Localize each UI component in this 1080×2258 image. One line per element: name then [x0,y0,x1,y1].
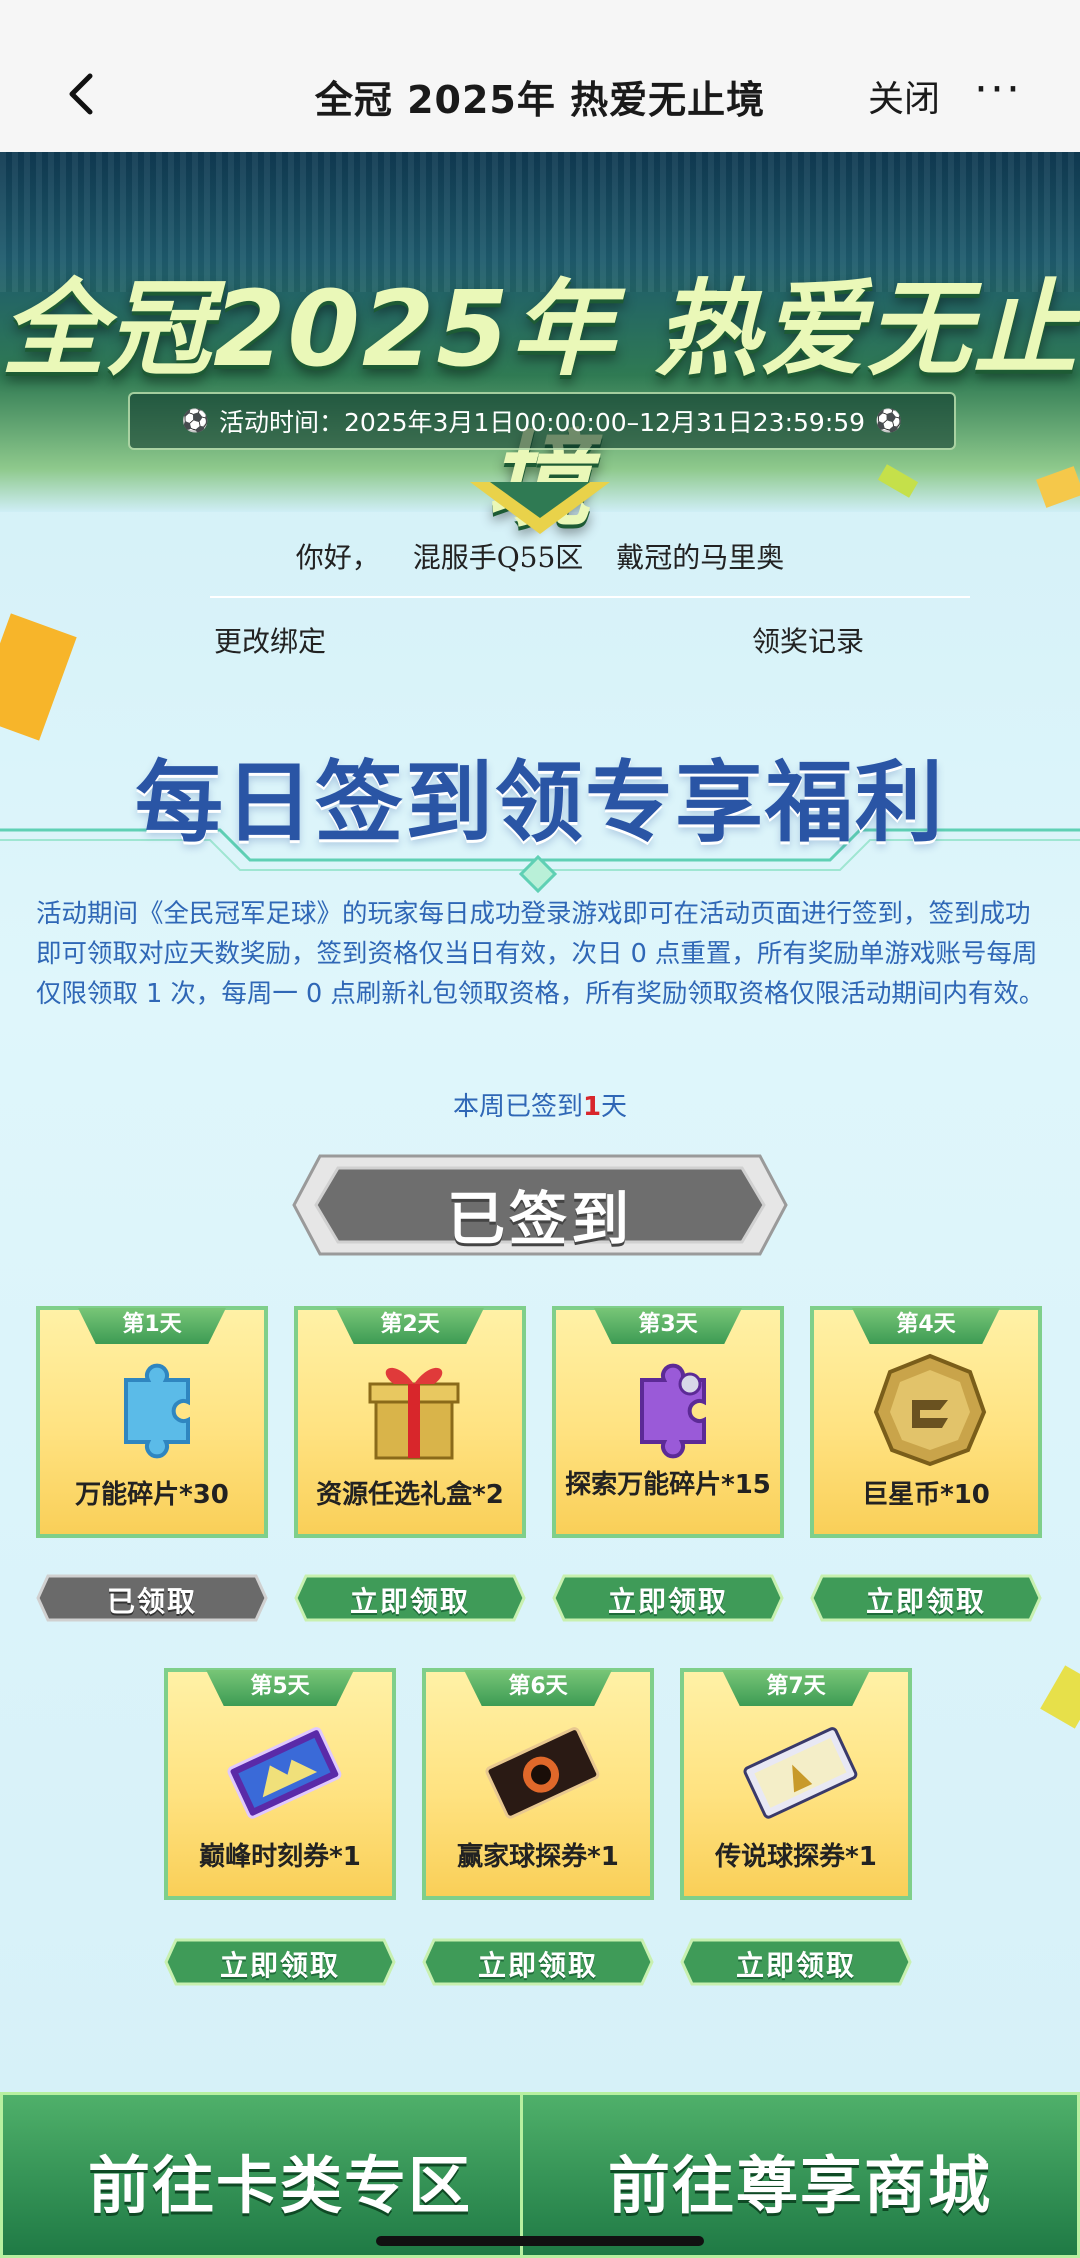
legend-ticket-icon [743,1727,858,1819]
user-greeting: 你好， 混服手Q55区 戴冠的马里奥 [0,536,1080,576]
peak-ticket-icon [227,1727,342,1819]
reward-card-day5: 第5天 巅峰时刻券*1 [164,1668,396,1900]
signin-description: 活动期间《全民冠军足球》的玩家每日成功登录游戏即可在活动页面进行签到，签到成功即… [36,899,1045,1009]
reward-day-label: 第7天 [722,1670,870,1706]
hero-banner: 全冠2025年 热爱无止境 ⚽ 活动时间：2025年3月1日00:00:00–1… [0,152,1080,541]
page-title: 全冠 2025年 热爱无止境 [314,77,766,122]
week-suffix: 天 [601,1092,628,1122]
vip-shop-label: 前往尊享商城 [607,2149,992,2222]
soccer-ball-icon: ⚽ [181,408,209,434]
more-menu-icon[interactable]: ··· [974,64,1022,115]
activity-date: ⚽ 活动时间：2025年3月1日00:00:00–12月31日23:59:59 … [128,392,956,450]
claim-button[interactable]: 立即领取 [422,1938,654,1986]
activity-date-text: 活动时间：2025年3月1日00:00:00–12月31日23:59:59 [218,408,866,437]
server-name: 混服手Q55区 [412,541,584,574]
activity-page: 全冠2025年 热爱无止境 ⚽ 活动时间：2025年3月1日00:00:00–1… [0,152,1080,2258]
claim-label: 立即领取 [607,1585,728,1618]
soccer-ball-icon: ⚽ [875,408,903,434]
reward-day-label: 第1天 [78,1308,226,1344]
winner-ticket-icon [485,1727,600,1819]
claim-label: 已领取 [106,1585,197,1618]
reward-card-day7: 第7天 传说球探券*1 [680,1668,912,1900]
reward-card-day2: 第2天 资源任选礼盒*2 [294,1306,526,1538]
close-button[interactable]: 关闭 [868,70,940,122]
week-signin-count: 本周已签到1天 [0,1086,1080,1123]
claim-button[interactable]: 立即领取 [810,1574,1042,1622]
claim-button[interactable]: 立即领取 [164,1938,396,1986]
signin-section-title: 每日签到领专享福利 [134,751,945,854]
card-zone-label: 前往卡类专区 [87,2149,472,2222]
reward-name: 巨星币*10 [862,1480,990,1510]
vip-shop-button[interactable]: 前往尊享商城 [520,2092,1080,2258]
signed-button-label: 已签到 [446,1185,633,1253]
status-bar [0,0,1080,40]
claim-label: 立即领取 [865,1585,986,1618]
user-nickname: 戴冠的马里奥 [616,541,785,574]
week-prefix: 本周已签到 [452,1092,583,1122]
claim-label: 立即领取 [735,1949,856,1982]
greeting-text: 你好， [295,541,380,574]
confetti-decoration [0,613,77,741]
week-count: 1 [582,1092,602,1122]
chevron-down-icon [470,482,610,534]
blue-puzzle-icon [124,1363,190,1459]
reward-day-label: 第3天 [594,1308,742,1344]
home-indicator [376,2236,704,2246]
reward-name: 巅峰时刻券*1 [199,1842,361,1872]
reward-day-label: 第4天 [852,1308,1000,1344]
reward-name: 赢家球探券*1 [457,1842,619,1872]
claim-button[interactable]: 立即领取 [552,1574,784,1622]
reward-name: 资源任选礼盒*2 [316,1480,504,1510]
reward-card-day6: 第6天 赢家球探券*1 [422,1668,654,1900]
reward-name: 万能碎片*30 [75,1480,229,1510]
reward-name: 探索万能碎片*15 [565,1470,771,1500]
gold-coin-icon [873,1353,987,1467]
change-binding-link[interactable]: 更改绑定 [214,620,326,660]
claim-label: 立即领取 [349,1585,470,1618]
reward-card-day4: 第4天 巨星币*10 [810,1306,1042,1538]
nav-bar: 全冠 2025年 热爱无止境 关闭 ··· [0,40,1080,152]
reward-day-label: 第6天 [464,1670,612,1706]
bottom-action-bar: 前往卡类专区 前往尊享商城 [0,2092,1080,2258]
divider [210,596,970,598]
gift-box-icon [368,1367,460,1460]
card-zone-button[interactable]: 前往卡类专区 [0,2092,560,2258]
signed-button[interactable]: 已签到 [290,1150,790,1260]
reward-card-day3: 第3天 探索万能碎片*15 [552,1306,784,1538]
reward-card-day1: 第1天 万能碎片*30 [36,1306,268,1538]
reward-day-label: 第2天 [336,1308,484,1344]
claim-button[interactable]: 立即领取 [294,1574,526,1622]
claim-label: 立即领取 [219,1949,340,1982]
claim-button[interactable]: 立即领取 [680,1938,912,1986]
confetti-decoration [1040,1665,1080,1729]
claimed-button: 已领取 [36,1574,268,1622]
reward-record-link[interactable]: 领奖记录 [752,620,864,660]
reward-name: 传说球探券*1 [715,1842,877,1872]
back-arrow-icon[interactable] [56,68,108,120]
claim-label: 立即领取 [477,1949,598,1982]
purple-puzzle-icon [640,1363,706,1459]
reward-day-label: 第5天 [206,1670,354,1706]
